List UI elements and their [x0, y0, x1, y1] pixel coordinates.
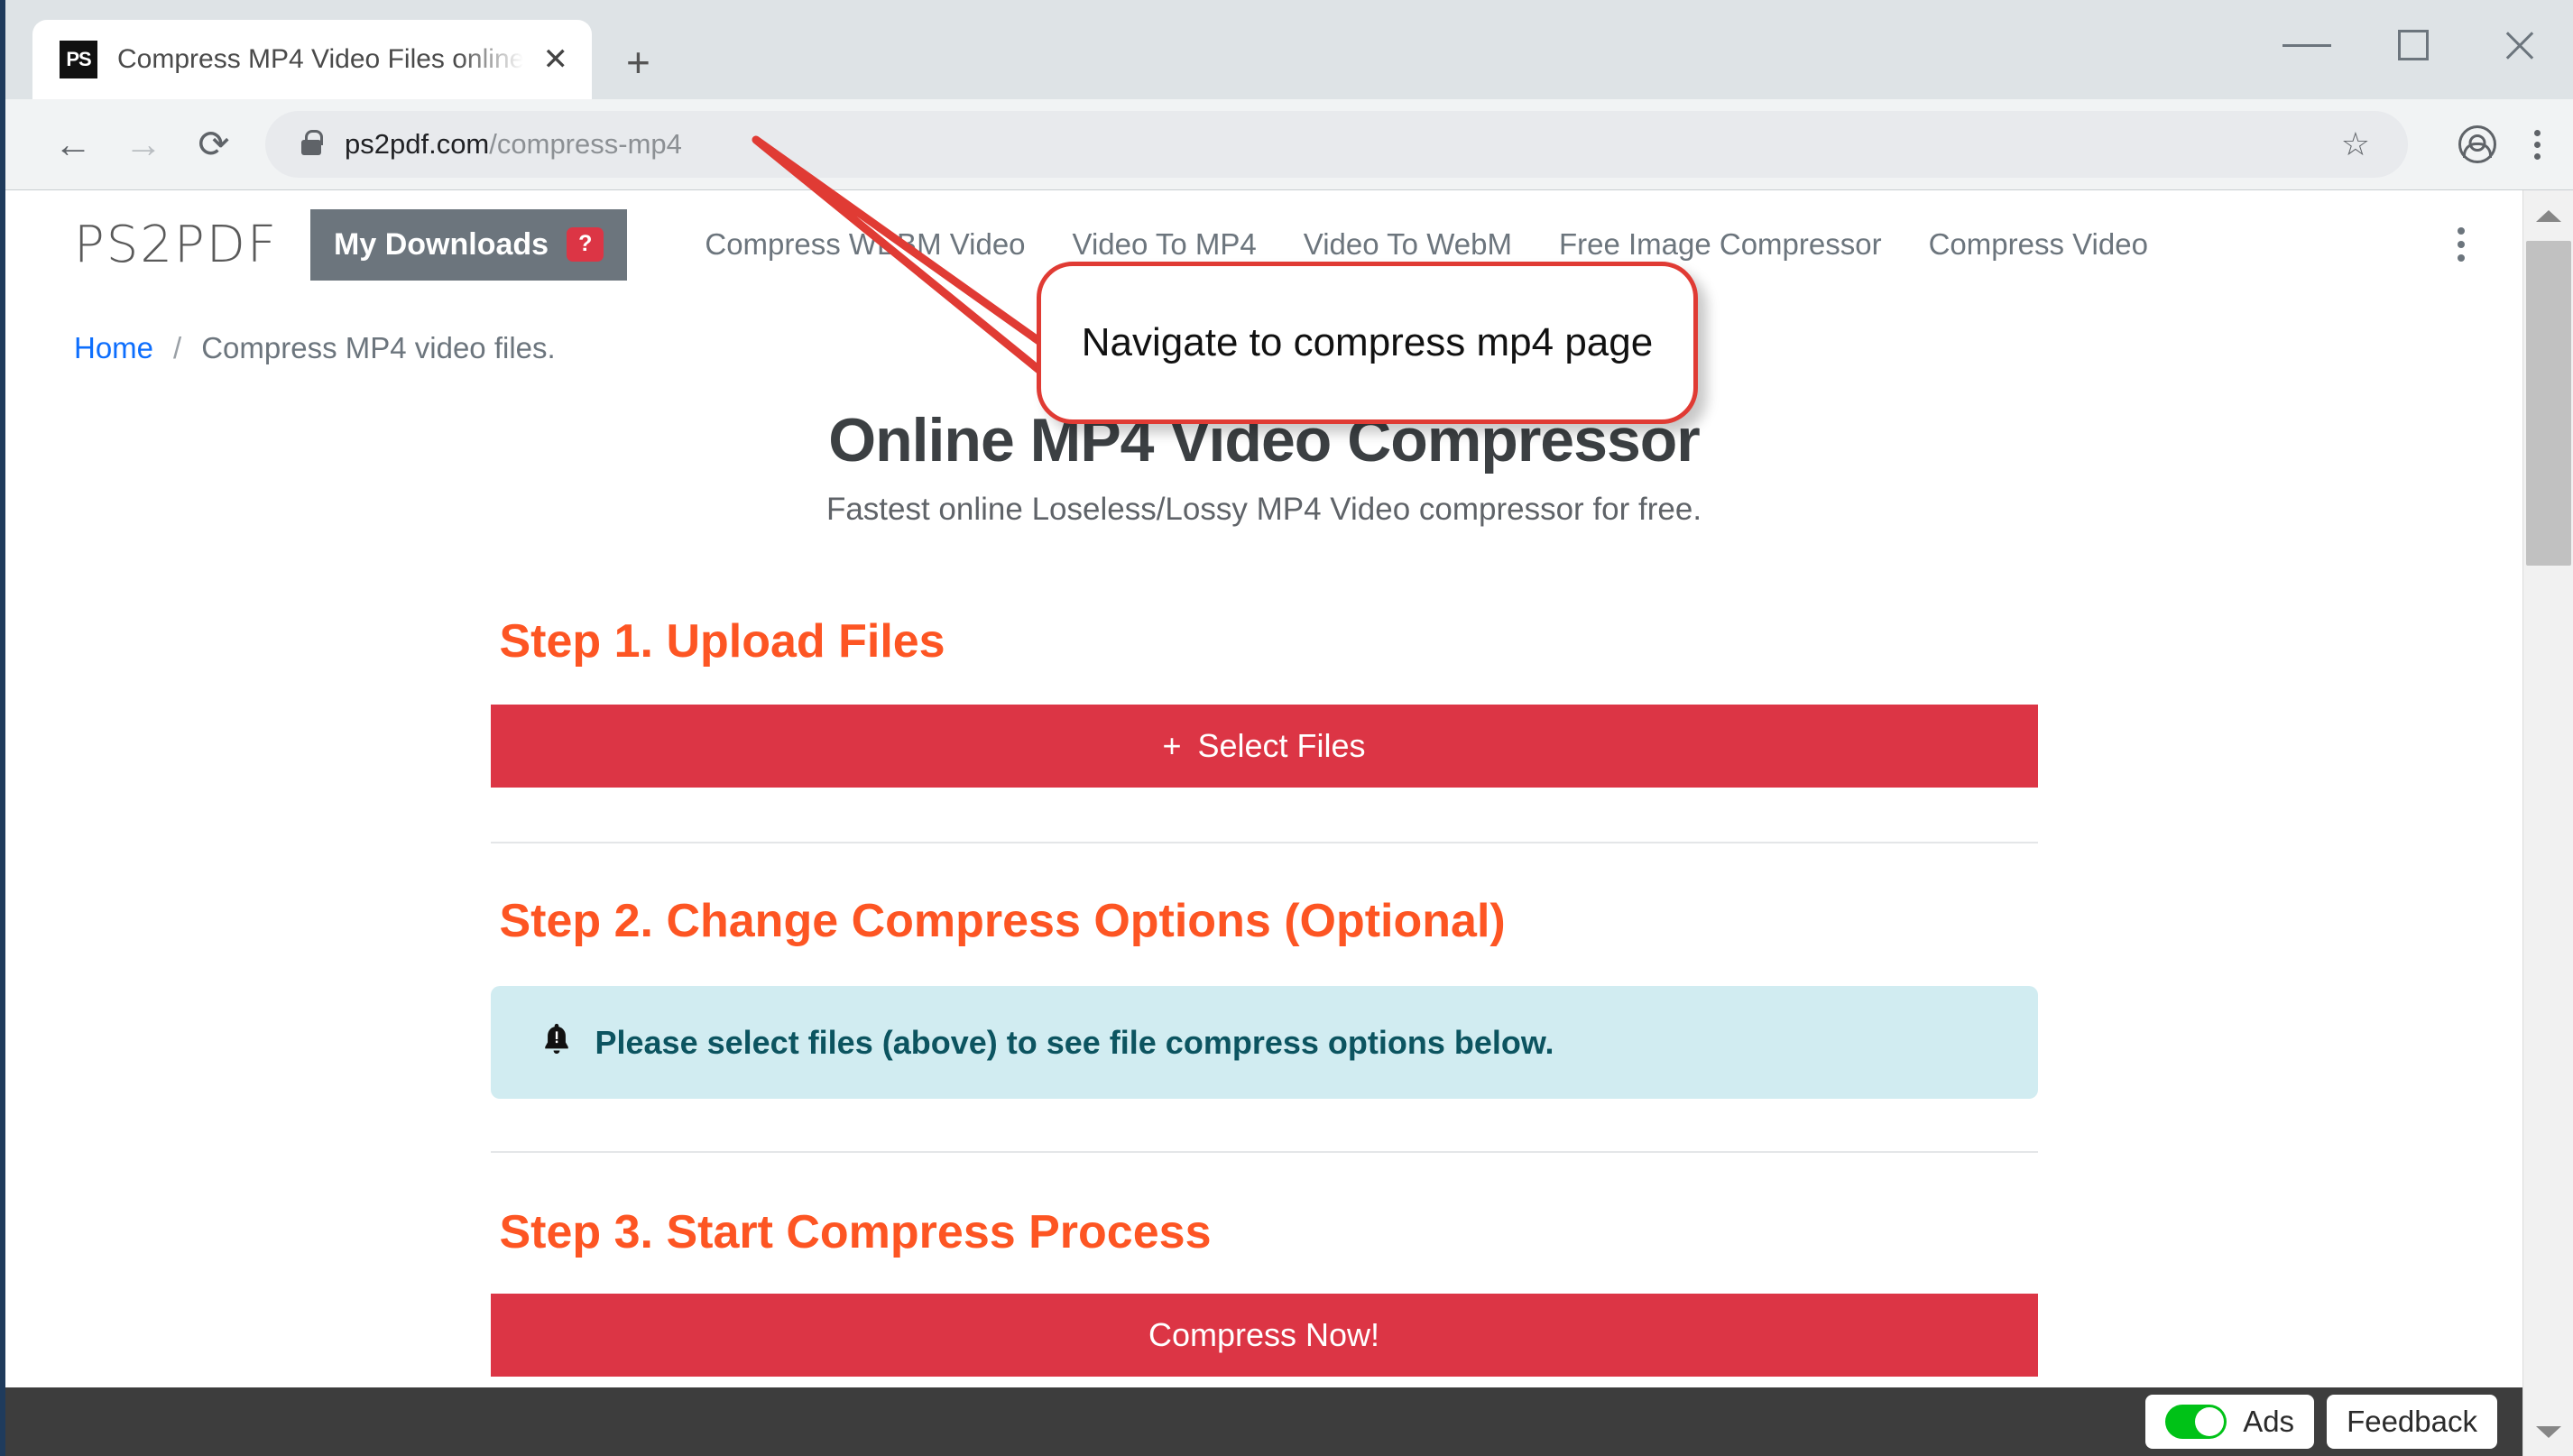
step-2-title: Step 2. Change Compress Options (Optiona… [499, 895, 1506, 947]
step-1-title: Step 1. Upload Files [499, 615, 945, 668]
bell-alert-icon [541, 1022, 572, 1063]
browser-tab[interactable]: PS Compress MP4 Video Files online ✕ [32, 20, 592, 99]
ads-toggle-switch[interactable] [2165, 1405, 2227, 1439]
ads-toggle-control[interactable]: Ads [2145, 1395, 2315, 1449]
compress-options-alert: Please select files (above) to see file … [490, 986, 2038, 1099]
page-title: Online MP4 Video Compressor [828, 406, 1701, 475]
nav-link-compress-video[interactable]: Compress Video [1929, 227, 2148, 262]
compress-now-button[interactable]: Compress Now! [490, 1294, 2038, 1377]
minimize-icon [2282, 43, 2331, 47]
select-files-button[interactable]: + Select Files [490, 705, 2038, 788]
window-controls [2254, 0, 2573, 90]
tab-favicon-icon: PS [60, 41, 97, 78]
nav-links: Compress WEBM Video Video To MP4 Video T… [705, 227, 2477, 262]
site-logo[interactable]: PS2PDF [74, 216, 278, 274]
section-divider-2 [490, 1151, 2038, 1153]
section-divider-1 [490, 842, 2038, 843]
nav-link-video-to-webm[interactable]: Video To WebM [1304, 227, 1512, 262]
feedback-label: Feedback [2347, 1405, 2477, 1438]
tab-close-icon[interactable]: ✕ [543, 44, 569, 75]
page-footer-bar: Ads Feedback [5, 1387, 2522, 1456]
page-scrollbar[interactable] [2522, 190, 2573, 1456]
browser-window: PS Compress MP4 Video Files online ✕ + ←… [0, 0, 2573, 1456]
close-icon [2502, 27, 2538, 63]
alert-message: Please select files (above) to see file … [595, 1023, 1554, 1061]
nav-link-video-to-mp4[interactable]: Video To MP4 [1073, 227, 1257, 262]
tab-strip: PS Compress MP4 Video Files online ✕ + [5, 0, 2573, 99]
plus-icon: + [1162, 727, 1182, 764]
breadcrumb-current: Compress MP4 video files. [201, 331, 556, 364]
browser-menu-icon[interactable] [2534, 129, 2541, 160]
site-more-menu-icon[interactable] [2458, 227, 2477, 262]
scrollbar-thumb[interactable] [2526, 241, 2571, 566]
breadcrumb-home-link[interactable]: Home [74, 331, 153, 365]
forward-button[interactable]: → [108, 109, 179, 180]
feedback-button[interactable]: Feedback [2327, 1395, 2497, 1449]
reload-button[interactable]: ⟳ [179, 109, 249, 180]
maximize-button[interactable] [2360, 0, 2467, 90]
page-hero: Online MP4 Video Compressor Fastest onli… [5, 405, 2522, 528]
url-path: /compress-mp4 [489, 128, 682, 160]
tab-title: Compress MP4 Video Files online [117, 44, 523, 74]
back-button[interactable]: ← [38, 109, 108, 180]
web-page: PS2PDF My Downloads ? Compress WEBM Vide… [5, 190, 2522, 1456]
address-bar[interactable]: ps2pdf.com/compress-mp4 ☆ [265, 111, 2408, 178]
main-content: Step 1. Upload Files + Select Files Step… [490, 614, 2038, 1377]
close-button[interactable] [2467, 0, 2573, 90]
ads-label: Ads [2243, 1405, 2295, 1438]
browser-toolbar: ← → ⟳ ps2pdf.com/compress-mp4 ☆ [5, 99, 2573, 189]
new-tab-button[interactable]: + [626, 41, 650, 83]
lock-icon [301, 129, 323, 155]
site-navbar: PS2PDF My Downloads ? Compress WEBM Vide… [5, 190, 2522, 299]
chevron-up-icon [2536, 209, 2561, 222]
nav-link-compress-webm-video[interactable]: Compress WEBM Video [705, 227, 1025, 262]
scroll-up-button[interactable] [2523, 190, 2573, 241]
chevron-down-icon [2536, 1425, 2561, 1438]
address-bar-url: ps2pdf.com/compress-mp4 [345, 128, 682, 161]
help-badge-icon[interactable]: ? [567, 227, 604, 262]
page-subtitle: Fastest online Loseless/Lossy MP4 Video … [825, 492, 1702, 527]
select-files-label: Select Files [1197, 727, 1366, 764]
maximize-icon [2398, 30, 2429, 60]
page-viewport: PS2PDF My Downloads ? Compress WEBM Vide… [5, 189, 2573, 1456]
step-3-title: Step 3. Start Compress Process [499, 1206, 1212, 1258]
compress-now-label: Compress Now! [1148, 1316, 1380, 1353]
profile-avatar-icon[interactable] [2458, 125, 2496, 163]
scroll-down-button[interactable] [2523, 1406, 2573, 1456]
breadcrumb: Home / Compress MP4 video files. [5, 331, 2522, 365]
url-domain: ps2pdf.com [345, 128, 490, 160]
minimize-button[interactable] [2254, 0, 2360, 90]
my-downloads-button[interactable]: My Downloads ? [310, 208, 628, 281]
breadcrumb-separator: / [173, 331, 182, 364]
my-downloads-label: My Downloads [334, 226, 549, 262]
omnibox-actions: ☆ [2341, 128, 2370, 161]
nav-link-free-image-compressor[interactable]: Free Image Compressor [1559, 227, 1882, 262]
bookmark-star-icon[interactable]: ☆ [2341, 128, 2370, 161]
